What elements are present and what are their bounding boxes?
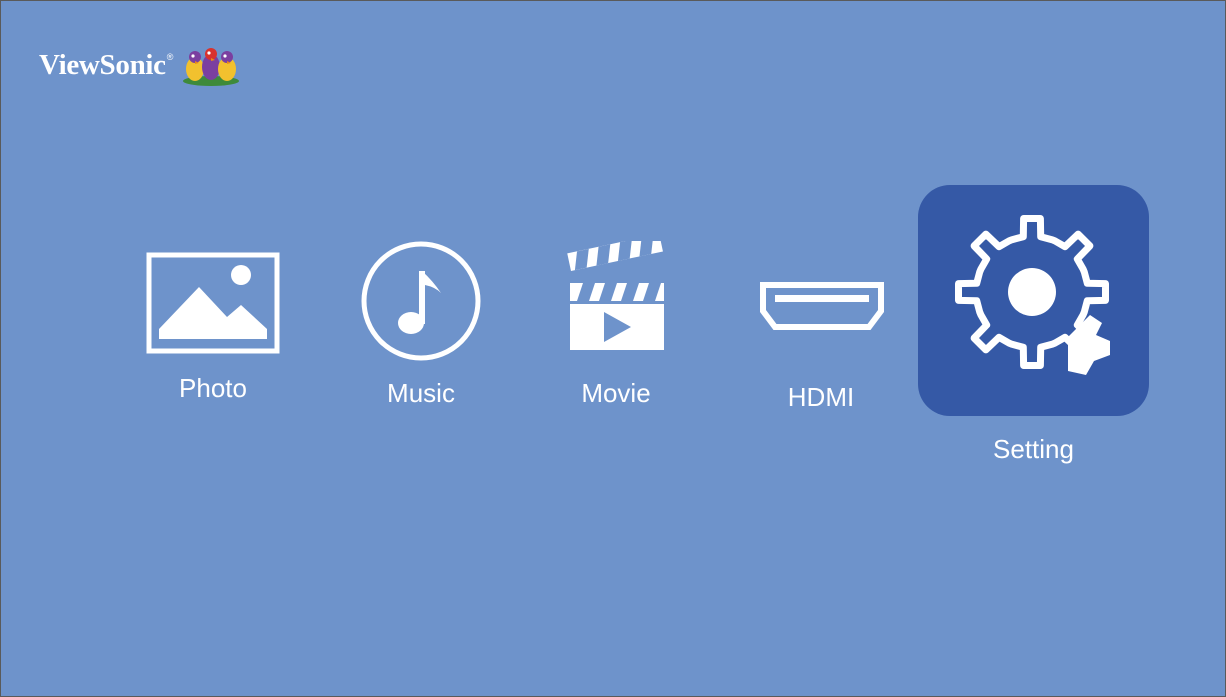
menu-item-hdmi[interactable]: HDMI (741, 271, 901, 416)
menu-item-setting[interactable]: Setting (918, 185, 1149, 470)
menu-item-music[interactable]: Music (341, 241, 501, 411)
menu-label-setting: Setting (993, 434, 1074, 464)
registered-mark: ® (166, 52, 174, 62)
menu-label-music: Music (387, 378, 455, 408)
gear-wrench-icon (955, 215, 1110, 375)
menu-label-photo: Photo (179, 373, 247, 403)
menu-item-movie[interactable]: Movie (541, 241, 691, 411)
brand-name: ViewSonic (39, 48, 166, 81)
three-birds-logo-icon (183, 48, 240, 86)
viewsonic-logo: ViewSonic ® (39, 43, 241, 87)
hdmi-port-icon (760, 282, 884, 330)
menu-label-hdmi: HDMI (787, 382, 855, 412)
music-note-icon (361, 241, 481, 361)
menu-label-movie: Movie (581, 378, 651, 408)
photo-icon (146, 252, 280, 354)
clapperboard-icon (567, 241, 664, 350)
menu-item-photo[interactable]: Photo (131, 247, 295, 412)
projector-home-screen: ViewSonic ® Photo Music Movie HDMI Setti… (0, 0, 1226, 697)
